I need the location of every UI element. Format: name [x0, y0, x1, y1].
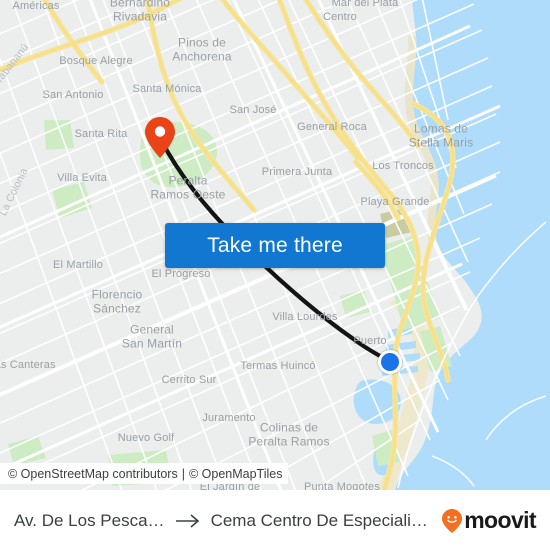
route-destination-label: Cema Centro De Especialidad… — [210, 510, 435, 530]
route-summary[interactable]: Av. De Los Pesca… Cema Centro De Especia… — [14, 511, 434, 531]
arrow-right-icon — [175, 513, 199, 528]
attribution-openstreetmap[interactable]: © OpenStreetMap contributors — [8, 467, 178, 481]
attribution-openmaptiles[interactable]: © OpenMapTiles — [189, 467, 283, 481]
route-origin-label: Av. De Los Pesca… — [14, 510, 165, 530]
map-attribution: © OpenStreetMap contributors | © OpenMap… — [0, 463, 289, 484]
map-canvas[interactable]: Américas Bernardino Rivadavia Mar del Plat… — [0, 0, 550, 490]
moovit-wordmark: moovit — [464, 507, 536, 533]
moovit-route-screen: Américas Bernardino Rivadavia Mar del Plat… — [0, 0, 550, 550]
route-bottom-bar: Av. De Los Pesca… Cema Centro De Especia… — [0, 490, 550, 550]
take-me-there-button[interactable]: Take me there — [165, 223, 385, 268]
moovit-logo[interactable]: moovit — [442, 507, 537, 534]
attribution-separator: | — [181, 466, 185, 481]
destination-dot-marker[interactable] — [378, 350, 402, 374]
moovit-pin-icon — [442, 508, 463, 533]
origin-pin-marker[interactable] — [145, 117, 175, 158]
